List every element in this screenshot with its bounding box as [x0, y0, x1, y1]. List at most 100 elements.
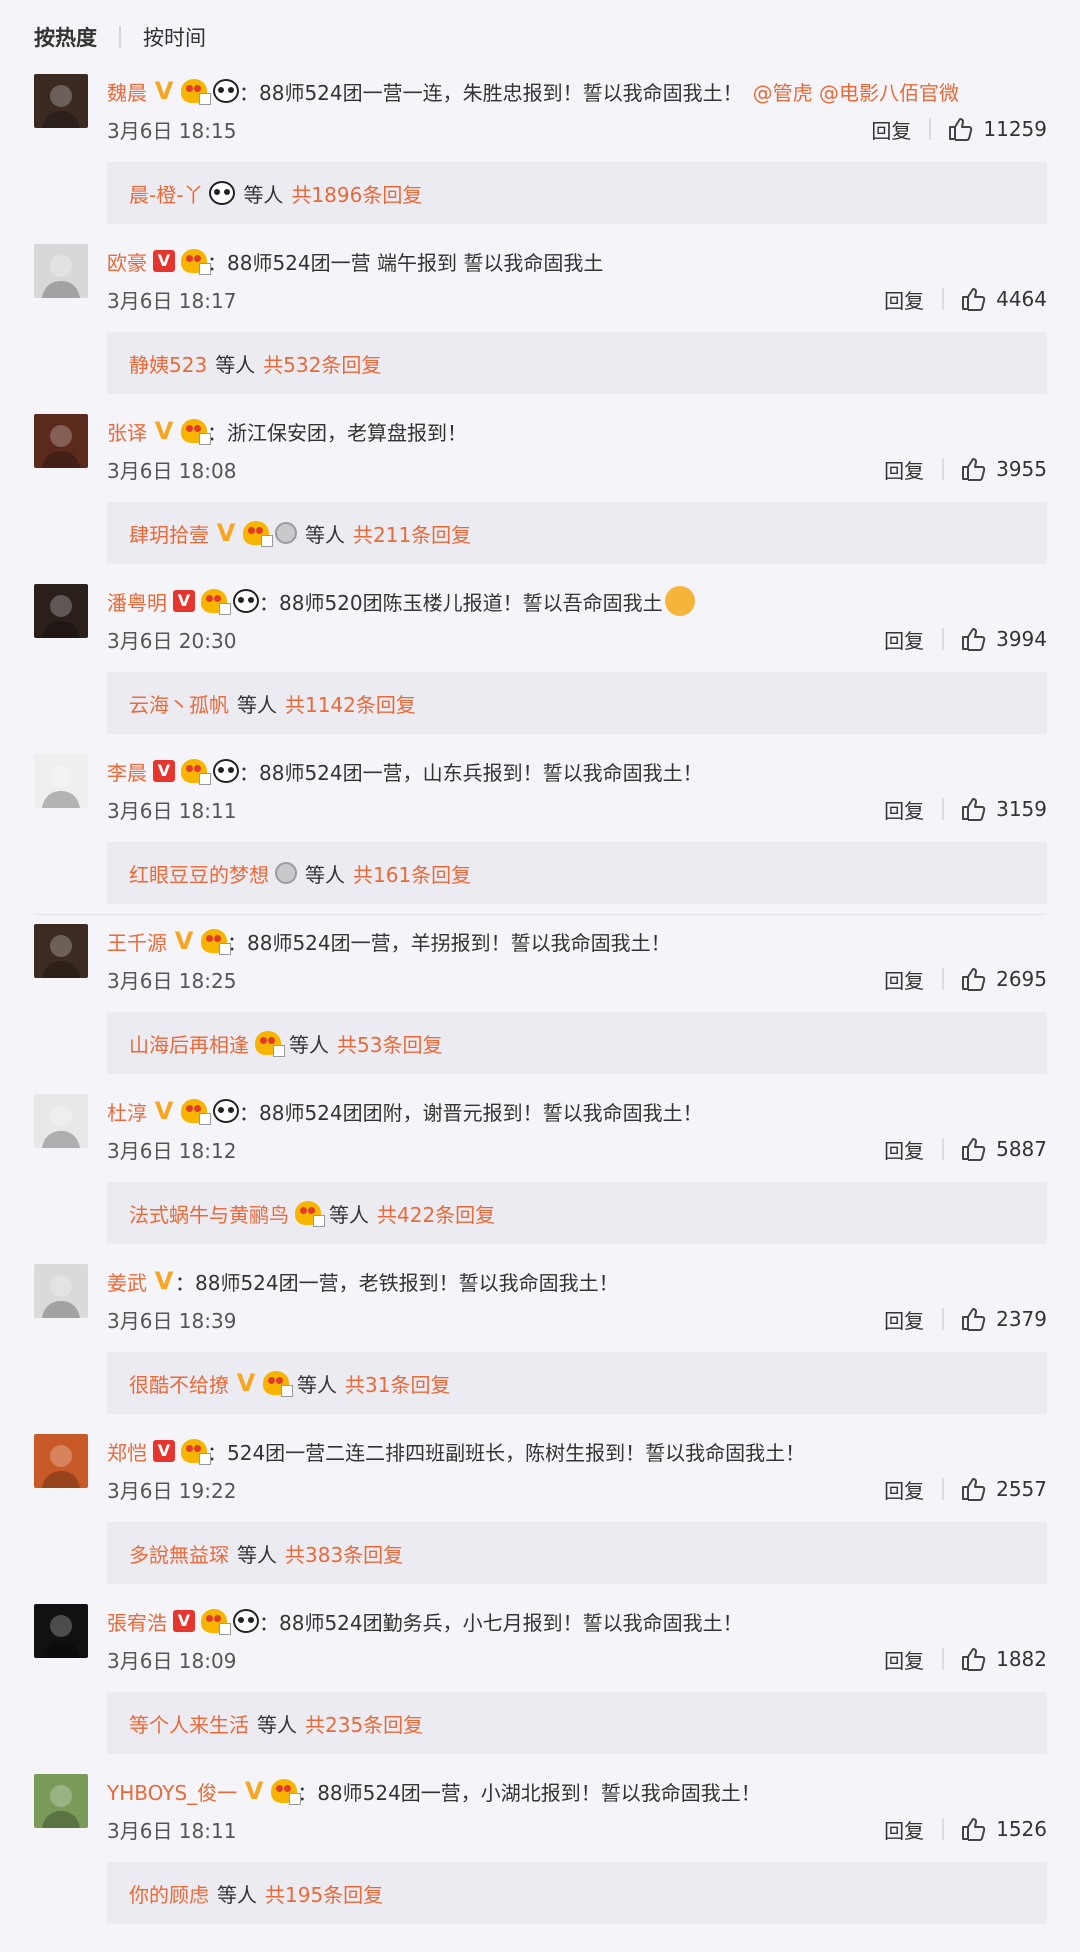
reply-summary[interactable]: 等个人来生活 等人 共235条回复 — [107, 1692, 1047, 1754]
avatar[interactable] — [34, 754, 88, 808]
username-link[interactable]: 潘粤明 — [107, 587, 167, 616]
meta-divider — [942, 1138, 945, 1160]
avatar[interactable] — [34, 1264, 88, 1318]
reply-summary-content: 法式蜗牛与黄鹂鸟 等人 共422条回复 — [129, 1199, 495, 1228]
reply-button[interactable]: 回复 — [884, 795, 924, 824]
reply-button[interactable]: 回复 — [871, 115, 911, 144]
reply-button[interactable]: 回复 — [884, 1475, 924, 1504]
like-button[interactable]: 5887 — [960, 1136, 1047, 1162]
username-link[interactable]: 郑恺 — [107, 1437, 147, 1466]
username-link[interactable]: 姜武 — [107, 1267, 147, 1296]
reply-count-link[interactable]: 共161条回复 — [353, 859, 471, 888]
tab-by-heat[interactable]: 按热度 — [34, 22, 97, 52]
reply-username[interactable]: 等个人来生活 — [129, 1709, 249, 1738]
panda-icon — [213, 79, 239, 103]
reply-summary[interactable]: 多說無益琛 等人 共383条回复 — [107, 1522, 1047, 1584]
reply-button[interactable]: 回复 — [884, 285, 924, 314]
reply-summary[interactable]: 晨-橙-丫 等人 共1896条回复 — [107, 162, 1047, 224]
avatar[interactable] — [34, 74, 88, 128]
username-link[interactable]: 張宥浩 — [107, 1607, 167, 1636]
reply-username[interactable]: 红眼豆豆的梦想 — [129, 859, 269, 888]
username-link[interactable]: 李晨 — [107, 757, 147, 786]
meta-divider — [942, 1478, 945, 1500]
avatar[interactable] — [34, 1434, 88, 1488]
username-link[interactable]: 欧豪 — [107, 247, 147, 276]
like-button[interactable]: 1882 — [960, 1646, 1047, 1672]
fan-medal-icon — [271, 1779, 302, 1805]
panda-icon — [209, 181, 236, 205]
like-button[interactable]: 3159 — [960, 796, 1047, 822]
fan-medal-icon — [181, 1439, 211, 1465]
avatar[interactable] — [34, 584, 88, 638]
reply-count-link[interactable]: 共383条回复 — [285, 1539, 403, 1568]
username-link[interactable]: 王千源 — [107, 927, 167, 956]
comment-meta: 3月6日 18:09 回复 1882 — [107, 1644, 1047, 1674]
username-link[interactable]: 魏晨 — [107, 77, 147, 106]
avatar[interactable] — [34, 1774, 88, 1828]
reply-button[interactable]: 回复 — [884, 1645, 924, 1674]
username-link[interactable]: 张译 — [107, 417, 147, 446]
reply-count-link[interactable]: 共532条回复 — [263, 349, 381, 378]
reply-username[interactable]: 静姨523 — [129, 349, 207, 378]
username-link[interactable]: 杜淳 — [107, 1097, 147, 1126]
silver-medal-icon — [275, 862, 297, 884]
reply-username[interactable]: 肆玥拾壹 — [129, 519, 209, 548]
silver-medal-icon — [275, 522, 297, 544]
avatar[interactable] — [34, 1604, 88, 1658]
reply-count-link[interactable]: 共1142条回复 — [285, 689, 416, 718]
reply-button[interactable]: 回复 — [884, 1815, 924, 1844]
reply-summary[interactable]: 法式蜗牛与黄鹂鸟 等人 共422条回复 — [107, 1182, 1047, 1244]
avatar[interactable] — [34, 924, 88, 978]
reply-summary[interactable]: 肆玥拾壹 V 等人 共211条回复 — [107, 502, 1047, 564]
avatar[interactable] — [34, 1094, 88, 1148]
reply-count-link[interactable]: 共1896条回复 — [291, 179, 422, 208]
reply-summary-content: 云海丶孤帆 等人 共1142条回复 — [129, 689, 416, 718]
like-button[interactable]: 2695 — [960, 966, 1047, 992]
comment-header: 欧豪 V： 88师524团一营 端午报到 誓以我命固我土 — [107, 244, 603, 278]
username-link[interactable]: YHBOYS_俊一 — [107, 1777, 237, 1806]
reply-count-link[interactable]: 共53条回复 — [337, 1029, 442, 1058]
reply-button[interactable]: 回复 — [884, 455, 924, 484]
comment-text: 88师524团一营，小湖北报到！誓以我命固我土！ — [317, 1780, 761, 1805]
like-button[interactable]: 3994 — [960, 626, 1047, 652]
like-count: 5887 — [996, 1137, 1047, 1161]
reply-username[interactable]: 你的顾虑 — [129, 1879, 209, 1908]
like-button[interactable]: 1526 — [960, 1816, 1047, 1842]
reply-count-link[interactable]: 共211条回复 — [353, 519, 471, 548]
reply-summary[interactable]: 你的顾虑 等人 共195条回复 — [107, 1862, 1047, 1924]
reply-summary[interactable]: 红眼豆豆的梦想 等人 共161条回复 — [107, 842, 1047, 904]
reply-username[interactable]: 晨-橙-丫 — [129, 179, 203, 208]
reply-button[interactable]: 回复 — [884, 625, 924, 654]
comment-meta: 3月6日 18:11 回复 1526 — [107, 1814, 1047, 1844]
reply-button[interactable]: 回复 — [884, 1305, 924, 1334]
reply-count-link[interactable]: 共235条回复 — [305, 1709, 423, 1738]
reply-button[interactable]: 回复 — [884, 1135, 924, 1164]
tab-by-time[interactable]: 按时间 — [143, 22, 206, 52]
like-button[interactable]: 2557 — [960, 1476, 1047, 1502]
reply-username[interactable]: 法式蜗牛与黄鹂鸟 — [129, 1199, 289, 1228]
avatar[interactable] — [34, 244, 88, 298]
reply-username[interactable]: 山海后再相逢 — [129, 1029, 249, 1058]
avatar[interactable] — [34, 414, 88, 468]
reply-username[interactable]: 云海丶孤帆 — [129, 689, 229, 718]
thumbs-up-icon — [960, 1476, 996, 1502]
reply-username[interactable]: 很酷不给撩 — [129, 1369, 229, 1398]
reply-username[interactable]: 多說無益琛 — [129, 1539, 229, 1568]
like-button[interactable]: 2379 — [960, 1306, 1047, 1332]
fan-medal-icon — [181, 1099, 211, 1125]
like-button[interactable]: 3955 — [960, 456, 1047, 482]
mention-links[interactable]: @管虎 @电影八佰官微 — [753, 77, 959, 106]
reply-summary[interactable]: 很酷不给撩 V 等人 共31条回复 — [107, 1352, 1047, 1414]
reply-count-link[interactable]: 共422条回复 — [377, 1199, 495, 1228]
comment-item: 潘粤明 V ： 88师520团陈玉楼儿报道！誓以吾命固我土 3月6日 20:30 回复 39… — [0, 584, 1080, 754]
reply-summary[interactable]: 山海后再相逢 等人 共53条回复 — [107, 1012, 1047, 1074]
reply-count-link[interactable]: 共195条回复 — [265, 1879, 383, 1908]
colon: ： — [259, 590, 279, 615]
like-button[interactable]: 4464 — [960, 286, 1047, 312]
reply-summary[interactable]: 静姨523 等人 共532条回复 — [107, 332, 1047, 394]
reply-button[interactable]: 回复 — [884, 965, 924, 994]
reply-count-link[interactable]: 共31条回复 — [345, 1369, 450, 1398]
comment-header: 王千源 V： 88师524团一营，羊拐报到！誓以我命固我土！ — [107, 924, 671, 958]
reply-summary[interactable]: 云海丶孤帆 等人 共1142条回复 — [107, 672, 1047, 734]
like-button[interactable]: 11259 — [947, 116, 1047, 142]
